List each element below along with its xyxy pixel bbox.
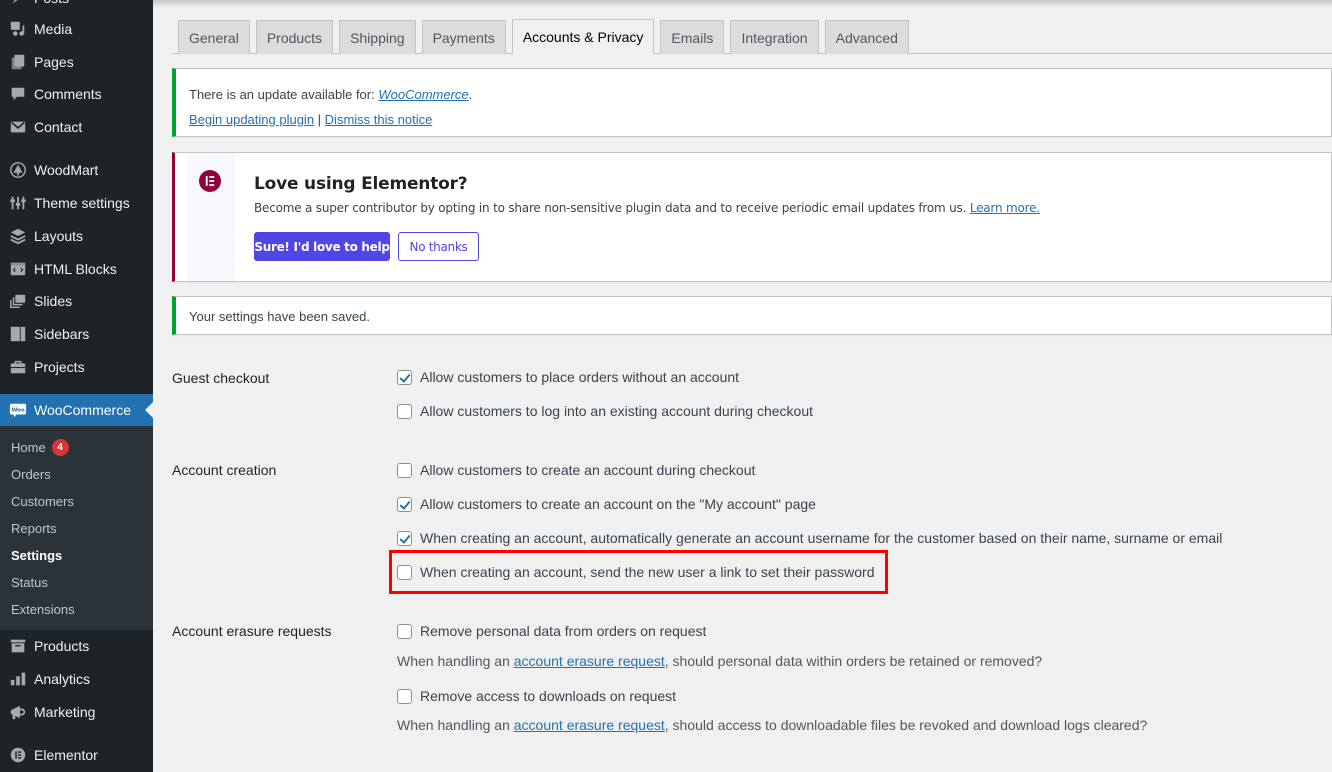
tab-integration[interactable]: Integration [730, 20, 819, 54]
generate-username-checkbox[interactable] [397, 530, 412, 546]
megaphone-icon [8, 702, 28, 722]
menu-item-contact[interactable]: Contact [0, 111, 153, 143]
menu-item-pages[interactable]: Pages [0, 46, 153, 78]
update-notice: There is an update available for: WooCom… [172, 68, 1332, 137]
account-creation-label: Account creation [172, 462, 277, 478]
top-shadow [153, 0, 1332, 8]
menu-item-html-blocks[interactable]: HTML Blocks [0, 253, 153, 285]
generate-username-option[interactable]: When creating an account, automatically … [397, 530, 1222, 546]
create-account-checkout-option[interactable]: Allow customers to create an account dur… [397, 462, 755, 478]
menu-item-posts[interactable]: Posts [0, 0, 153, 14]
main-content: General Products Shipping Payments Accou… [153, 0, 1332, 772]
remove-personal-data-description: When handling an account erasure request… [397, 653, 1043, 669]
menu-item-media[interactable]: Media [0, 13, 153, 45]
pages-icon [8, 52, 28, 72]
account-erasure-request-link[interactable]: account erasure request [514, 653, 665, 669]
account-erasure-request-link[interactable]: account erasure request [514, 717, 665, 733]
menu-item-layouts[interactable]: Layouts [0, 220, 153, 252]
dismiss-notice-link[interactable]: Dismiss this notice [325, 112, 433, 127]
menu-item-analytics[interactable]: Analytics [0, 663, 153, 695]
remove-downloads-option[interactable]: Remove access to downloads on request [397, 688, 676, 704]
submenu-item-extensions[interactable]: Extensions [11, 599, 75, 619]
opt-in-button[interactable]: Sure! I'd love to help [254, 232, 390, 261]
admin-sidebar: Posts Media Pages Comments Contact WoodM… [0, 0, 153, 772]
comments-icon [8, 84, 28, 104]
create-account-my-account-checkbox[interactable] [397, 496, 412, 512]
elementor-icon [8, 745, 28, 765]
guest-checkout-label: Guest checkout [172, 370, 270, 386]
menu-item-products[interactable]: Products [0, 630, 153, 662]
settings-saved-notice: Your settings have been saved. [172, 296, 1332, 335]
menu-item-elementor[interactable]: Elementor [0, 739, 153, 771]
menu-item-sidebars[interactable]: Sidebars [0, 318, 153, 350]
tab-payments[interactable]: Payments [421, 20, 506, 54]
elementor-optin-notice: Love using Elementor? Become a super con… [172, 152, 1332, 282]
menu-item-marketing[interactable]: Marketing [0, 696, 153, 728]
tab-shipping[interactable]: Shipping [339, 20, 416, 54]
highlight-annotation-box [389, 550, 888, 594]
woodmart-icon [8, 160, 28, 180]
submenu-item-orders[interactable]: Orders [11, 464, 51, 484]
woocommerce-submenu: Home 4 Orders Customers Reports Settings… [0, 426, 153, 630]
menu-item-comments[interactable]: Comments [0, 78, 153, 110]
create-account-my-account-option[interactable]: Allow customers to create an account on … [397, 496, 816, 512]
account-erasure-label: Account erasure requests [172, 623, 332, 639]
no-thanks-button[interactable]: No thanks [398, 232, 479, 261]
tab-general[interactable]: General [178, 20, 250, 54]
woocommerce-plugin-link[interactable]: WooCommerce [378, 87, 468, 102]
remove-downloads-description: When handling an account erasure request… [397, 717, 1148, 733]
code-block-icon [8, 259, 28, 279]
menu-item-woodmart[interactable]: WoodMart [0, 154, 153, 186]
guest-checkout-option[interactable]: Allow customers to place orders without … [397, 369, 739, 385]
layers-icon [8, 226, 28, 246]
elementor-notice-text: Become a super contributor by opting in … [254, 201, 1040, 215]
menu-item-theme-settings[interactable]: Theme settings [0, 187, 153, 219]
settings-saved-message: Your settings have been saved. [189, 309, 370, 324]
pin-icon [8, 0, 28, 8]
sliders-icon [8, 193, 28, 213]
elementor-logo-icon [199, 170, 221, 192]
sidebars-icon [8, 324, 28, 344]
remove-downloads-checkbox[interactable] [397, 688, 412, 704]
remove-personal-data-option[interactable]: Remove personal data from orders on requ… [397, 623, 706, 639]
tab-accounts-privacy[interactable]: Accounts & Privacy [511, 19, 655, 54]
menu-item-slides[interactable]: Slides [0, 285, 153, 317]
envelope-icon [8, 117, 28, 137]
submenu-item-home[interactable]: Home 4 [11, 437, 69, 457]
tab-advanced[interactable]: Advanced [824, 20, 909, 54]
submenu-item-customers[interactable]: Customers [11, 491, 74, 511]
allow-guest-orders-checkbox[interactable] [397, 369, 412, 385]
settings-tabs: General Products Shipping Payments Accou… [178, 19, 915, 54]
learn-more-link[interactable]: Learn more. [970, 201, 1040, 215]
update-actions: Begin updating plugin | Dismiss this not… [189, 112, 433, 127]
notification-badge: 4 [51, 438, 69, 456]
slides-icon [8, 291, 28, 311]
bar-chart-icon [8, 669, 28, 689]
remove-personal-data-checkbox[interactable] [397, 623, 412, 639]
submenu-item-status[interactable]: Status [11, 572, 48, 592]
elementor-notice-title: Love using Elementor? [254, 174, 468, 194]
menu-item-projects[interactable]: Projects [0, 351, 153, 383]
submenu-item-reports[interactable]: Reports [11, 518, 57, 538]
woo-icon: Woo [8, 400, 28, 420]
create-account-checkout-checkbox[interactable] [397, 462, 412, 478]
svg-text:Woo: Woo [11, 407, 24, 413]
menu-item-woocommerce[interactable]: Woo WooCommerce [0, 394, 153, 426]
submenu-item-settings[interactable]: Settings [11, 545, 62, 565]
begin-updating-link[interactable]: Begin updating plugin [189, 112, 314, 127]
active-menu-arrow [145, 402, 153, 418]
update-message: There is an update available for: WooCom… [189, 87, 473, 102]
media-icon [8, 19, 28, 39]
briefcase-icon [8, 357, 28, 377]
archive-box-icon [8, 636, 28, 656]
tab-emails[interactable]: Emails [660, 20, 725, 54]
login-during-checkout-checkbox[interactable] [397, 403, 412, 419]
login-during-checkout-option[interactable]: Allow customers to log into an existing … [397, 403, 813, 419]
tab-products[interactable]: Products [255, 20, 334, 54]
